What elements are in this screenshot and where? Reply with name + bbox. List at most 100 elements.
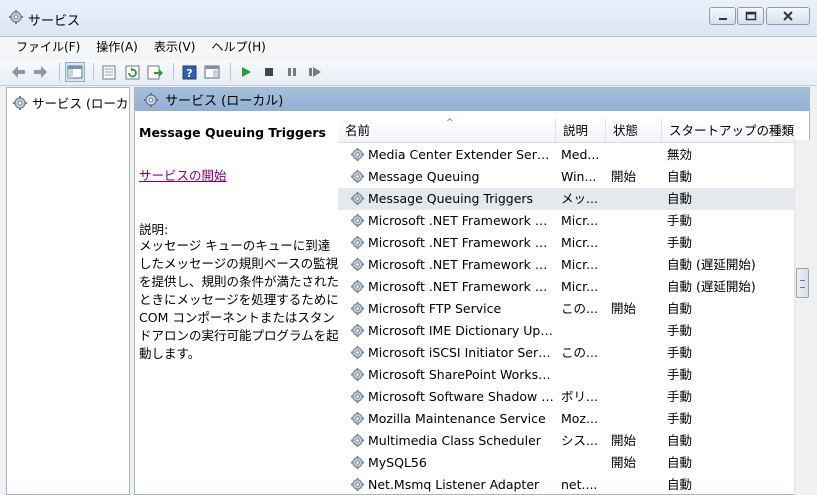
menu-view[interactable]: 表示(V) — [146, 37, 204, 58]
close-icon — [783, 11, 793, 21]
export-list-icon[interactable] — [145, 62, 165, 82]
start-icon[interactable] — [236, 62, 256, 82]
service-name: Microsoft IME Dictionary Upd... — [368, 323, 554, 338]
svg-text:?: ? — [186, 67, 192, 80]
table-row[interactable]: Microsoft Software Shadow C... ボリ... 手動 — [338, 386, 795, 408]
service-description: net.... — [561, 477, 598, 492]
menu-help[interactable]: ヘルプ(H) — [203, 37, 273, 58]
service-startup-type: 自動 (遅延開始) — [667, 257, 756, 272]
tree-item-services-local[interactable]: サービス (ローカル) — [12, 93, 129, 112]
service-name: Microsoft iSCSI Initiator Serv... — [368, 345, 554, 360]
table-row[interactable]: Microsoft .NET Framework N... Micr... 手動 — [338, 232, 795, 254]
show-hide-tree-icon[interactable] — [65, 62, 85, 82]
services-gear-icon — [144, 92, 158, 107]
table-row[interactable]: Media Center Extender Service Med... 無効 — [338, 144, 795, 166]
start-service-link[interactable]: サービスの開始 — [139, 165, 227, 184]
table-row[interactable]: Microsoft FTP Service この... 開始 自動 — [338, 298, 795, 320]
service-details: Message Queuing Triggers サービスの開始 説明: メッセ… — [139, 125, 339, 361]
service-startup-type: 手動 — [667, 345, 693, 360]
services-panel: サービス (ローカル) Message Queuing Triggers サービ… — [134, 87, 810, 495]
service-name: Net.Msmq Listener Adapter — [368, 477, 540, 492]
service-startup-type: 手動 — [667, 389, 693, 404]
sort-ascending-icon: ^ — [446, 118, 454, 128]
service-name: Multimedia Class Scheduler — [368, 433, 541, 448]
table-row[interactable]: Mozilla Maintenance Service Moz... 手動 — [338, 408, 795, 430]
scrollbar-thumb[interactable] — [796, 268, 809, 298]
title-bar[interactable]: サービス — [0, 0, 817, 37]
menu-file[interactable]: ファイル(F) — [0, 37, 88, 58]
service-startup-type: 自動 — [667, 191, 693, 206]
service-name: Mozilla Maintenance Service — [368, 411, 546, 426]
service-startup-type: 自動 — [667, 433, 693, 448]
properties-icon[interactable] — [99, 62, 119, 82]
table-row[interactable]: Message Queuing Win... 開始 自動 — [338, 166, 795, 188]
service-status: 開始 — [611, 433, 637, 448]
column-header-name[interactable]: 名前 ^ — [338, 118, 556, 142]
service-status: 開始 — [611, 455, 637, 470]
panel-title: サービス (ローカル) — [165, 94, 284, 109]
service-description: Micr... — [561, 213, 599, 228]
service-gear-icon — [350, 477, 365, 494]
table-row[interactable]: Multimedia Class Scheduler シス... 開始 自動 — [338, 430, 795, 452]
services-list: 名前 ^ 説明 状態 スタートアップの種類 Media Center Extend… — [338, 118, 795, 494]
refresh-icon[interactable] — [122, 62, 142, 82]
service-description: この... — [561, 345, 598, 360]
column-header-status[interactable]: 状態 — [606, 118, 662, 142]
service-startup-type: 手動 — [667, 235, 693, 250]
list-header: 名前 ^ 説明 状態 スタートアップの種類 — [338, 118, 795, 143]
back-arrow-icon[interactable] — [8, 62, 28, 82]
service-startup-type: 手動 — [667, 323, 693, 338]
table-row[interactable]: Microsoft iSCSI Initiator Serv... この... … — [338, 342, 795, 364]
service-startup-type: 自動 — [667, 301, 693, 316]
service-description: メッ... — [561, 191, 598, 206]
window-title: サービス — [28, 14, 81, 29]
pause-icon[interactable] — [282, 62, 302, 82]
service-description: Med... — [561, 147, 600, 162]
service-status: 開始 — [611, 169, 637, 184]
column-header-description[interactable]: 説明 — [556, 118, 606, 142]
help-icon[interactable]: ? — [179, 62, 199, 82]
service-startup-type: 自動 — [667, 169, 693, 184]
vertical-scrollbar[interactable] — [794, 140, 810, 495]
table-row[interactable]: Microsoft .NET Framework N... Micr... 手動 — [338, 210, 795, 232]
description-label: 説明: — [139, 222, 169, 237]
service-description: Win... — [561, 169, 597, 184]
toolbar-separator — [173, 63, 174, 81]
restart-icon[interactable] — [305, 62, 325, 82]
service-startup-type: 手動 — [667, 367, 693, 382]
toolbar: ? — [0, 59, 817, 86]
minimize-icon — [718, 18, 727, 20]
service-startup-type: 自動 (遅延開始) — [667, 279, 756, 294]
maximize-icon — [745, 11, 756, 21]
forward-arrow-icon[interactable] — [31, 62, 51, 82]
service-startup-type: 無効 — [667, 147, 693, 162]
toolbar-separator — [230, 63, 231, 81]
table-row[interactable]: Microsoft SharePoint Worksp... 手動 — [338, 364, 795, 386]
service-description: ボリ... — [561, 389, 598, 404]
menu-action[interactable]: 操作(A) — [88, 37, 146, 58]
table-row[interactable]: Message Queuing Triggers メッ... 自動 — [338, 188, 795, 210]
view-icon[interactable] — [202, 62, 222, 82]
close-button[interactable] — [766, 7, 810, 25]
service-startup-type: 手動 — [667, 213, 693, 228]
maximize-button[interactable] — [737, 7, 764, 25]
service-description: Micr... — [561, 279, 599, 294]
table-row[interactable]: Net.Msmq Listener Adapter net.... 自動 — [338, 474, 795, 494]
services-gear-icon — [8, 9, 24, 28]
tree-item-label: サービス (ローカル) — [32, 96, 129, 111]
column-header-startup-type[interactable]: スタートアップの種類 — [662, 118, 795, 142]
stop-icon[interactable] — [259, 62, 279, 82]
table-row[interactable]: MySQL56 開始 自動 — [338, 452, 795, 474]
service-description: Micr... — [561, 235, 599, 250]
service-description: この... — [561, 301, 598, 316]
table-row[interactable]: Microsoft .NET Framework N... Micr... 自動… — [338, 254, 795, 276]
service-startup-type: 自動 — [667, 477, 693, 492]
service-description: シス... — [561, 433, 598, 448]
service-description: Moz... — [561, 411, 598, 426]
table-row[interactable]: Microsoft .NET Framework N... Micr... 自動… — [338, 276, 795, 298]
menu-bar: ファイル(F) 操作(A) 表示(V) ヘルプ(H) — [0, 37, 817, 58]
service-name: Microsoft SharePoint Worksp... — [368, 367, 554, 382]
service-name: Message Queuing — [368, 169, 480, 184]
minimize-button[interactable] — [709, 7, 736, 25]
table-row[interactable]: Microsoft IME Dictionary Upd... 手動 — [338, 320, 795, 342]
